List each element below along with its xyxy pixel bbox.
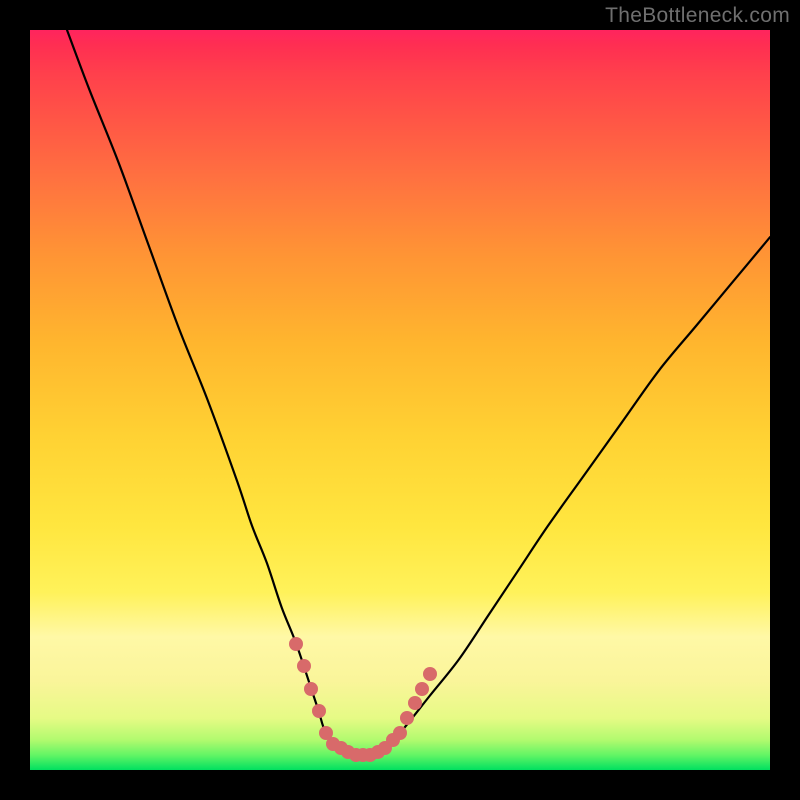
highlight-dot <box>393 726 407 740</box>
chart-frame: TheBottleneck.com <box>0 0 800 800</box>
highlight-dot <box>423 667 437 681</box>
watermark-text: TheBottleneck.com <box>605 4 790 28</box>
highlight-dot <box>408 696 422 710</box>
highlight-dot <box>289 637 303 651</box>
plot-area <box>30 30 770 770</box>
highlight-dot <box>400 711 414 725</box>
highlight-dot <box>297 659 311 673</box>
optimal-zone-points <box>30 30 770 770</box>
highlight-dot <box>312 704 326 718</box>
highlight-dot <box>415 682 429 696</box>
highlight-dot <box>304 682 318 696</box>
